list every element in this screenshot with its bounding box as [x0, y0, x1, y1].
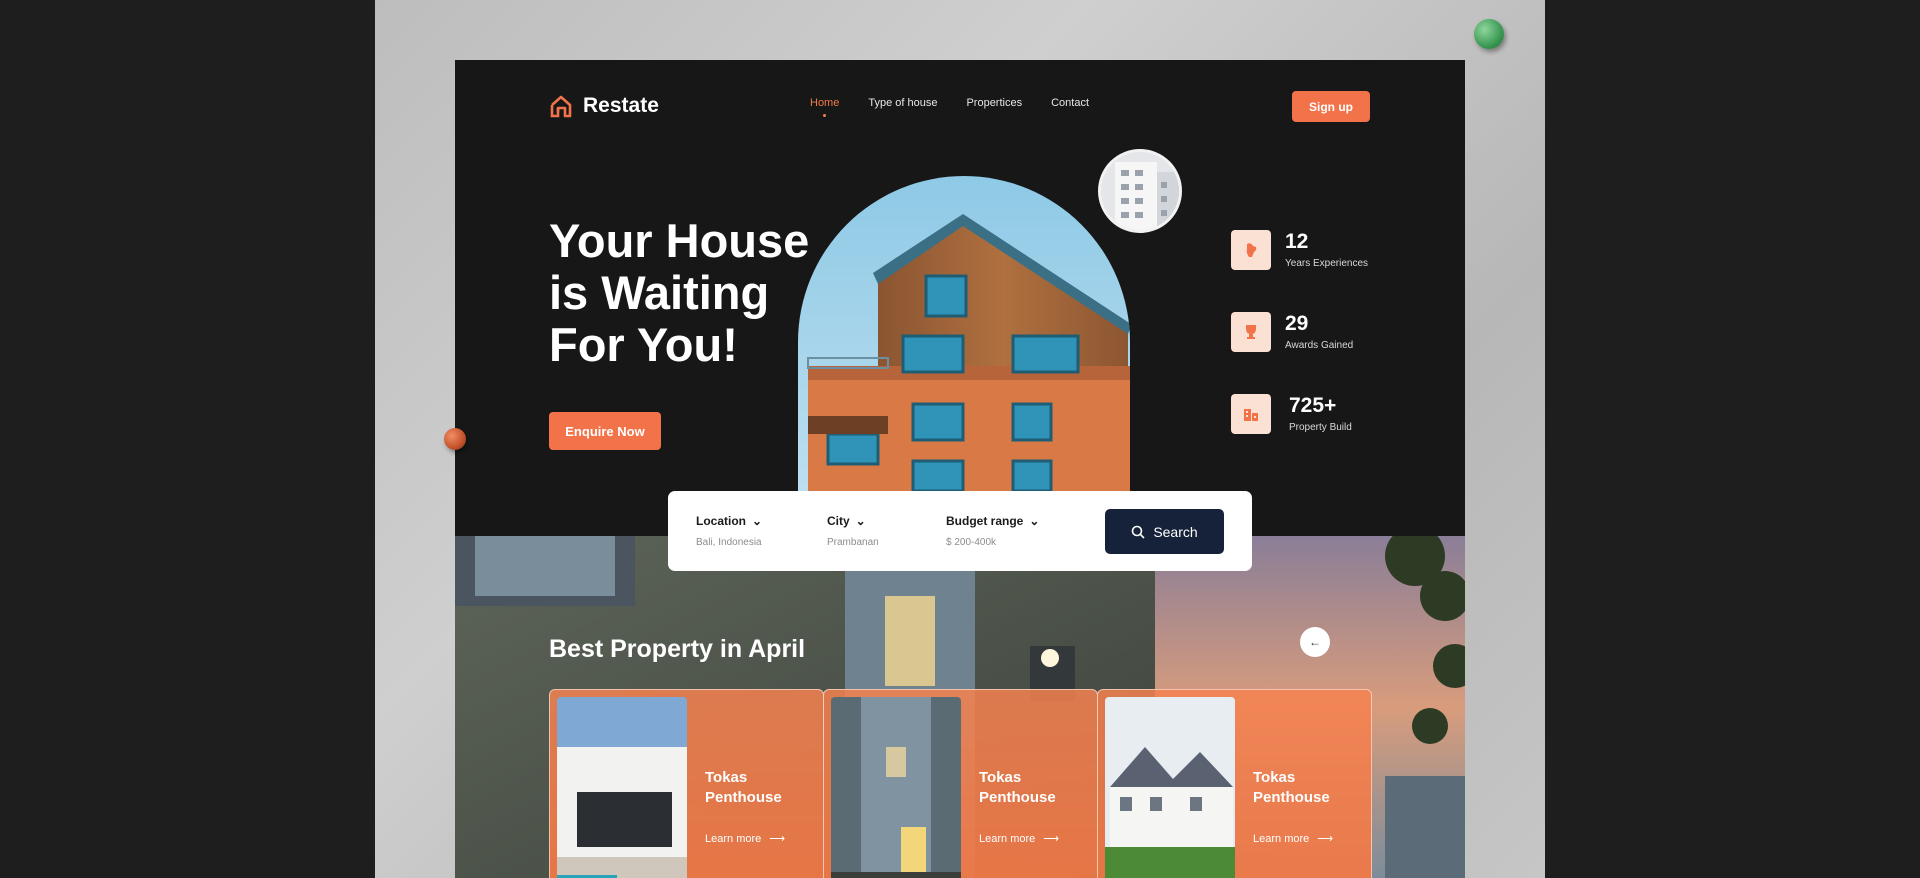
city-label: City [827, 514, 850, 528]
property-card[interactable]: Tokas Penthouse Learn more ⟶ [549, 689, 824, 878]
budget-field[interactable]: Budget range ⌄ $ 200-400k [946, 514, 1039, 548]
search-bar: Location ⌄ Bali, Indonesia City ⌄ Prambana… [668, 491, 1252, 571]
nav-home[interactable]: Home [810, 97, 839, 117]
budget-value: $ 200-400k [946, 537, 997, 548]
stat-awards: 29 Awards Gained [1231, 312, 1353, 352]
learn-more-link[interactable]: Learn more ⟶ [979, 832, 1060, 846]
arrow-left-icon: ← [1309, 635, 1321, 649]
stat-properties: 725+ Property Build [1231, 394, 1352, 434]
card-title: Tokas Penthouse [705, 769, 782, 806]
property-image [831, 697, 961, 878]
trophy-icon [1231, 312, 1271, 352]
red-pushpin [444, 428, 466, 450]
search-icon [1132, 525, 1145, 539]
signup-button[interactable]: Sign up [1292, 91, 1370, 122]
learn-more-link[interactable]: Learn more ⟶ [1253, 832, 1334, 846]
logo[interactable]: Restate [549, 94, 659, 118]
city-value: Prambanan [827, 537, 879, 548]
learn-more-label: Learn more [1253, 832, 1310, 845]
location-value: Bali, Indonesia [696, 537, 762, 548]
stat-experience: 12 Years Experiences [1231, 230, 1368, 270]
brand-name: Restate [583, 94, 659, 117]
nav-contact[interactable]: Contact [1051, 97, 1089, 109]
nav-type-of-house[interactable]: Type of house [868, 97, 937, 109]
chevron-down-icon: ⌄ [1029, 514, 1040, 528]
property-image [557, 697, 687, 878]
green-pushpin [1474, 19, 1504, 49]
stat-label: Awards Gained [1285, 340, 1354, 351]
property-image [1105, 697, 1235, 878]
search-button[interactable]: Search [1105, 509, 1224, 554]
building-thumbnail [1098, 149, 1182, 233]
stat-value: 12 [1285, 230, 1309, 253]
chevron-down-icon: ⌄ [855, 514, 866, 528]
learn-more-link[interactable]: Learn more ⟶ [705, 832, 786, 846]
search-button-label: Search [1153, 523, 1198, 540]
location-field[interactable]: Location ⌄ Bali, Indonesia [696, 514, 762, 548]
stat-value: 725+ [1289, 394, 1337, 417]
section-title: Best Property in April [549, 635, 806, 663]
main-nav: Home Type of house Propertices Contact [810, 97, 1089, 117]
card-title: Tokas Penthouse [1253, 769, 1330, 806]
hero-section: Restate Home Type of house Propertices C… [455, 60, 1465, 536]
hand-icon [1231, 230, 1271, 270]
stat-value: 29 [1285, 312, 1309, 335]
learn-more-label: Learn more [979, 832, 1036, 845]
arrow-right-icon: ⟶ [769, 833, 786, 845]
location-label: Location [696, 514, 746, 528]
city-field[interactable]: City ⌄ Prambanan [827, 514, 879, 548]
property-card[interactable]: Tokas Penthouse Learn more ⟶ [1097, 689, 1372, 878]
buildings-icon [1231, 394, 1271, 434]
nav-properties[interactable]: Propertices [966, 97, 1022, 109]
enquire-now-button[interactable]: Enquire Now [549, 412, 661, 450]
arrow-right-icon: ⟶ [1043, 833, 1060, 845]
card-title: Tokas Penthouse [979, 769, 1056, 806]
arrow-right-icon: ⟶ [1317, 833, 1334, 845]
budget-label: Budget range [946, 514, 1024, 528]
carousel-prev-button[interactable]: ← [1300, 627, 1330, 657]
learn-more-label: Learn more [705, 832, 762, 845]
property-card[interactable]: Tokas Penthouse Learn more ⟶ [823, 689, 1098, 878]
stat-label: Years Experiences [1285, 258, 1369, 269]
website-mockup: Restate Home Type of house Propertices C… [455, 60, 1465, 878]
hero-house-image [798, 176, 1130, 536]
house-logo-icon [550, 95, 572, 118]
stat-label: Property Build [1289, 422, 1352, 433]
property-cards: Tokas Penthouse Learn more ⟶ Tokas Penth… [549, 689, 1372, 878]
chevron-down-icon: ⌄ [752, 514, 763, 528]
